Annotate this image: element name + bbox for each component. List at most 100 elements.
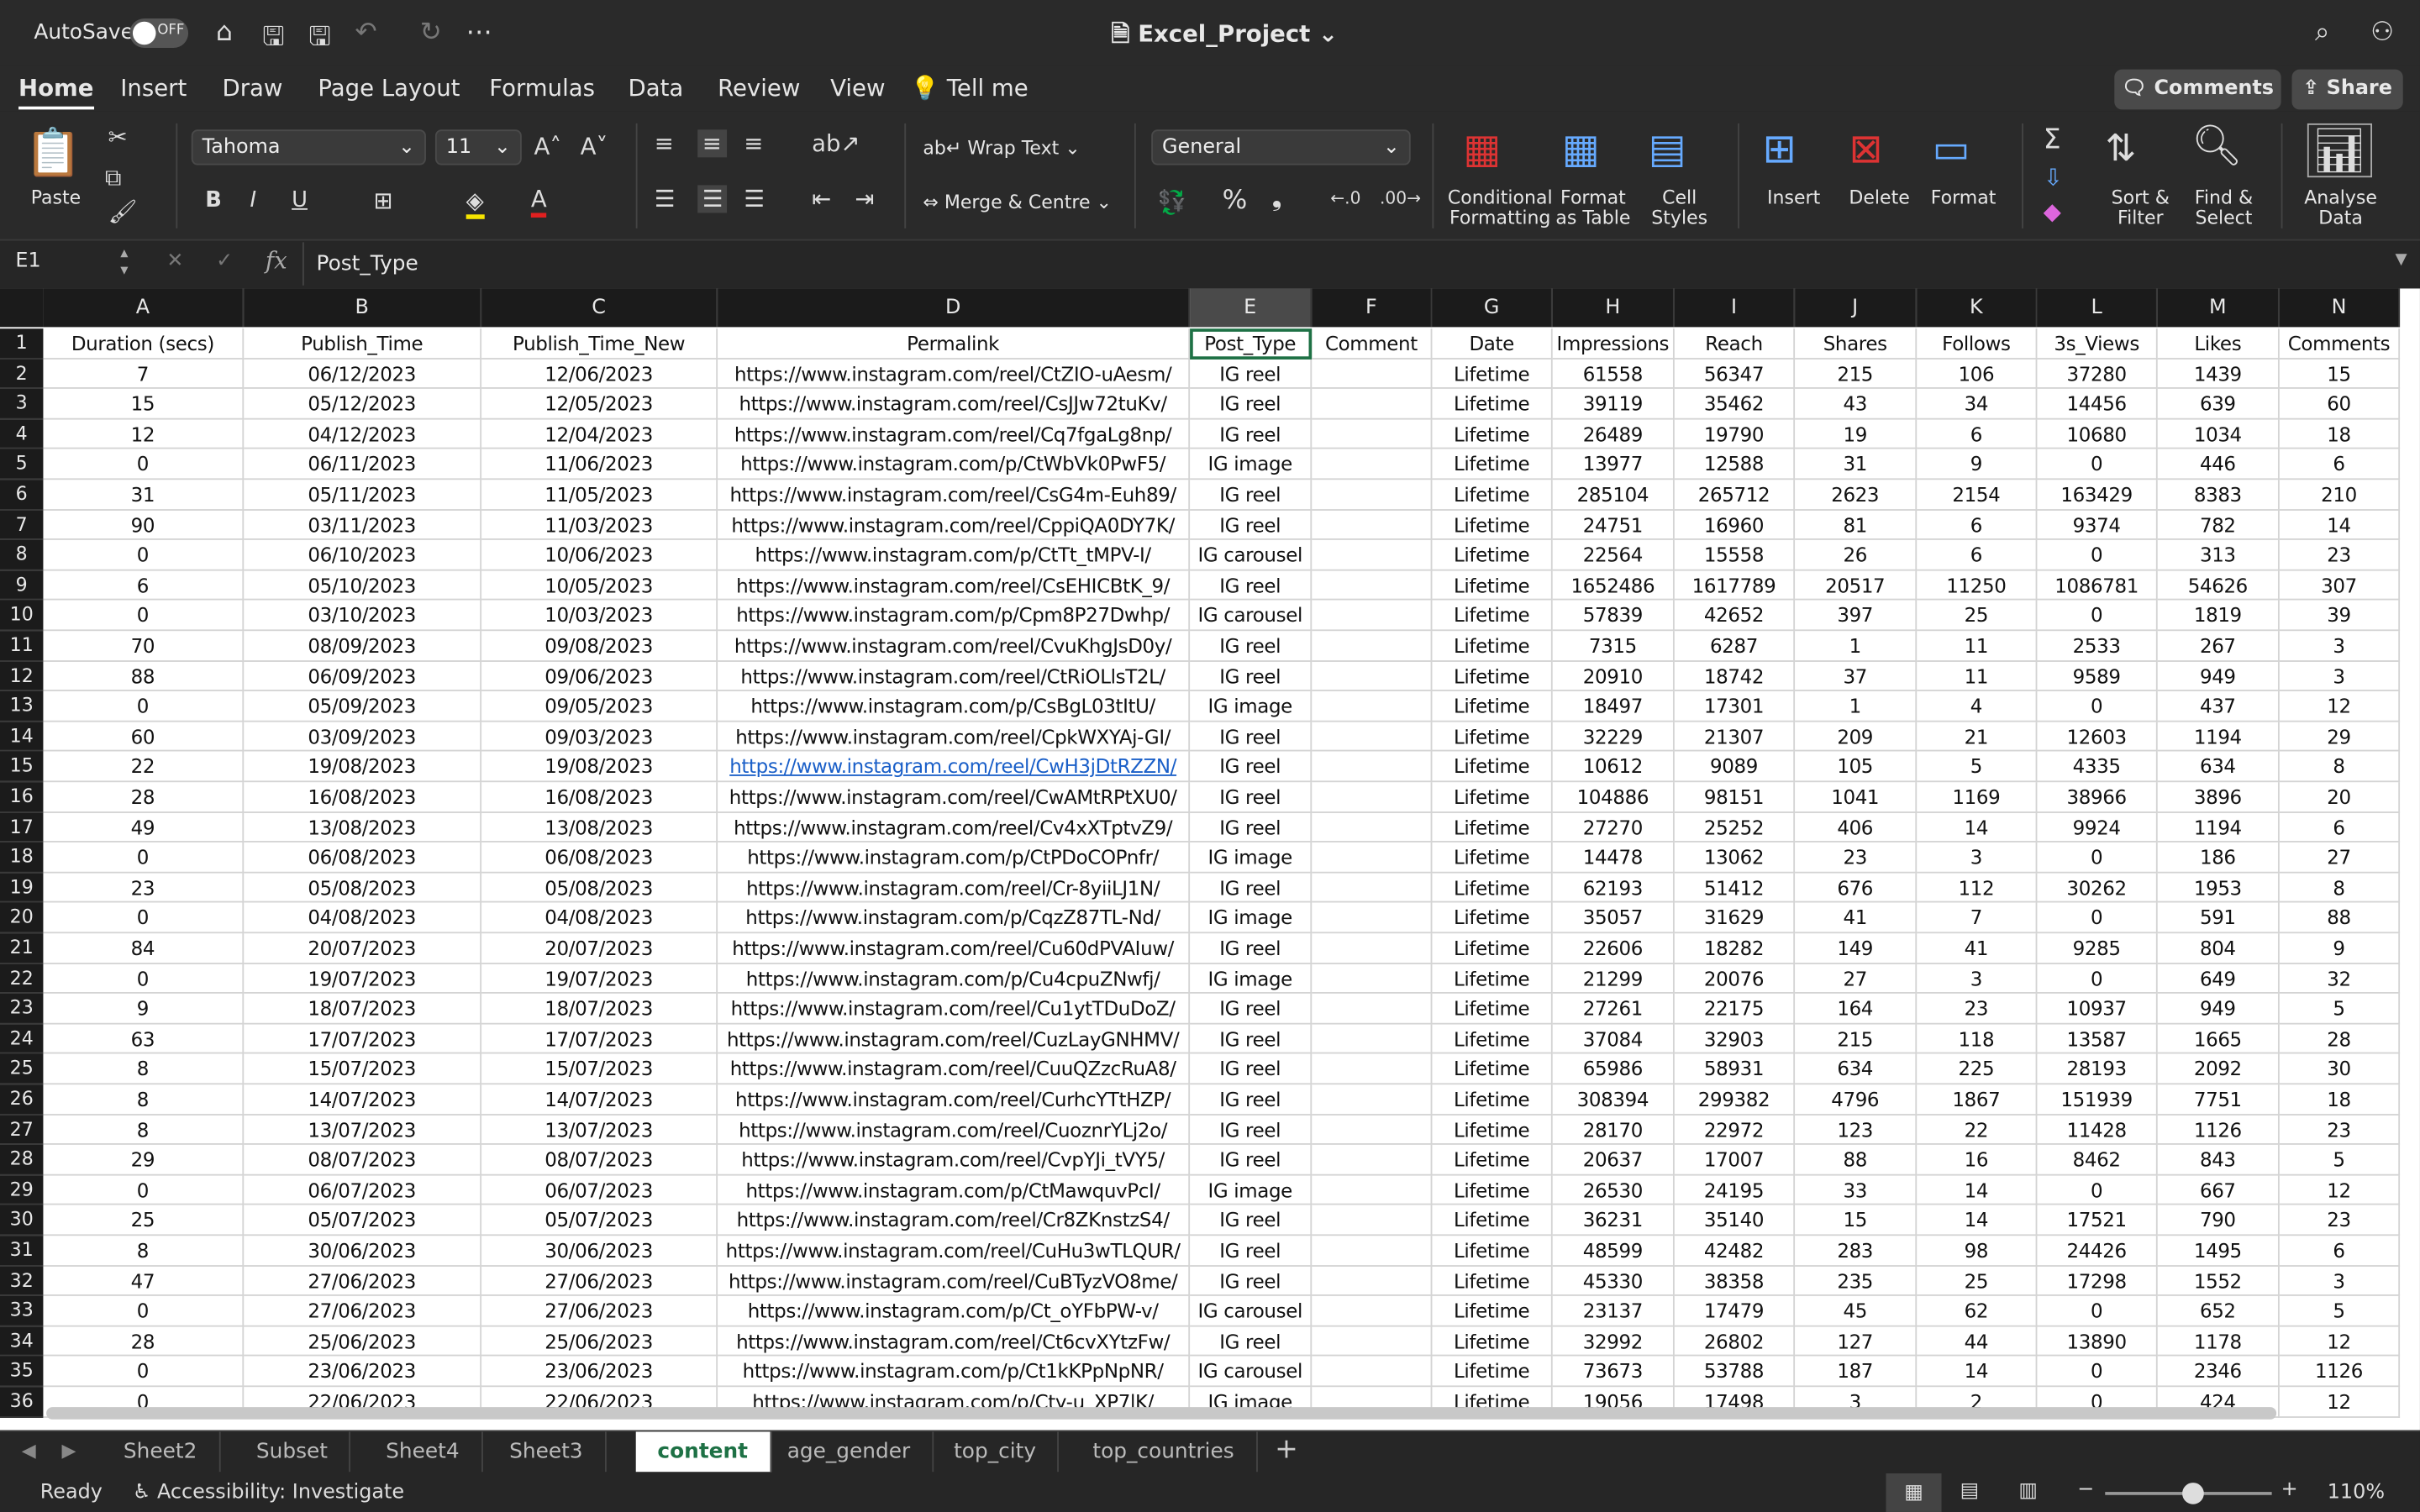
table-cell[interactable]: Lifetime — [1432, 722, 1553, 753]
table-cell[interactable]: 32992 — [1552, 1326, 1675, 1357]
permalink-cell[interactable]: https://www.instagram.com/reel/Cu1ytTDuD… — [718, 994, 1191, 1025]
table-cell[interactable]: 05/12/2023 — [244, 389, 482, 420]
table-cell[interactable]: 4335 — [2037, 752, 2158, 783]
permalink-cell[interactable]: https://www.instagram.com/reel/CtRiOLlsT… — [718, 661, 1191, 692]
table-cell[interactable]: 6 — [1917, 419, 2038, 450]
table-cell[interactable]: 634 — [2157, 752, 2280, 783]
table-cell[interactable] — [1312, 1024, 1433, 1055]
orientation-icon[interactable]: ab↗ — [812, 129, 860, 157]
redo-icon[interactable]: ↻ — [420, 17, 442, 48]
table-cell[interactable]: 18497 — [1552, 691, 1675, 722]
table-cell[interactable]: 2623 — [1795, 480, 1918, 511]
table-cell[interactable]: 14 — [1917, 1205, 2038, 1236]
table-cell[interactable]: IG reel — [1190, 933, 1313, 964]
table-cell[interactable]: 0 — [2037, 963, 2158, 995]
table-cell[interactable]: 12/06/2023 — [481, 359, 718, 390]
table-cell[interactable]: Lifetime — [1432, 933, 1553, 964]
decrease-decimal-icon[interactable]: .00→ — [1380, 188, 1421, 208]
column-header-H[interactable]: H — [1552, 288, 1675, 328]
row-header[interactable]: 8 — [0, 540, 44, 571]
table-cell[interactable]: 28 — [43, 1326, 245, 1357]
table-cell[interactable]: 06/11/2023 — [244, 449, 482, 480]
table-cell[interactable]: 16/08/2023 — [244, 782, 482, 813]
tab-formulas[interactable]: Formulas — [489, 74, 595, 102]
table-cell[interactable]: 14 — [2279, 510, 2401, 541]
table-cell[interactable]: 11 — [1917, 661, 2038, 692]
table-cell[interactable]: 15 — [2279, 359, 2401, 390]
table-cell[interactable] — [1312, 752, 1433, 783]
table-cell[interactable]: 22175 — [1674, 994, 1796, 1025]
table-cell[interactable]: 10612 — [1552, 752, 1675, 783]
table-cell[interactable]: 47 — [43, 1266, 245, 1297]
increase-font-icon[interactable]: A˄ — [534, 133, 561, 160]
table-cell[interactable]: IG reel — [1190, 1236, 1313, 1267]
format-painter-icon[interactable]: 🖌 — [108, 197, 138, 225]
row-header[interactable]: 21 — [0, 933, 44, 964]
save-as-icon[interactable]: 🖫 — [308, 17, 331, 61]
table-cell[interactable]: 28 — [43, 782, 245, 813]
column-header-F[interactable]: F — [1312, 288, 1433, 328]
column-title-cell[interactable]: Publish_Time_New — [481, 328, 718, 360]
table-cell[interactable] — [1312, 480, 1433, 511]
permalink-cell[interactable]: https://www.instagram.com/p/Ct1kKPpNpNR/ — [718, 1357, 1191, 1388]
table-cell[interactable]: 73673 — [1552, 1357, 1675, 1388]
document-title[interactable]: 🗎 Excel_Project ⌄ — [1111, 18, 1338, 57]
table-cell[interactable]: 1867 — [1917, 1084, 2038, 1116]
table-cell[interactable] — [1312, 661, 1433, 692]
row-header[interactable]: 13 — [0, 691, 44, 722]
table-cell[interactable]: 05/07/2023 — [481, 1205, 718, 1236]
table-cell[interactable]: 1194 — [2157, 812, 2280, 843]
table-cell[interactable]: IG reel — [1190, 782, 1313, 813]
table-cell[interactable]: 62193 — [1552, 873, 1675, 904]
table-cell[interactable]: 37084 — [1552, 1024, 1675, 1055]
table-cell[interactable]: 05/08/2023 — [481, 873, 718, 904]
font-family-select[interactable]: Tahoma ⌄ — [191, 129, 426, 165]
row-header[interactable]: 10 — [0, 601, 44, 632]
table-cell[interactable]: 0 — [2037, 903, 2158, 934]
column-header-E[interactable]: E — [1190, 288, 1313, 328]
permalink-cell[interactable]: https://www.instagram.com/reel/CurhcYTtH… — [718, 1084, 1191, 1116]
table-cell[interactable]: 23 — [2279, 540, 2401, 571]
column-title-cell[interactable]: Comments — [2279, 328, 2401, 360]
table-cell[interactable]: Lifetime — [1432, 1236, 1553, 1267]
permalink-cell[interactable]: https://www.instagram.com/reel/CpkWXYAj-… — [718, 722, 1191, 753]
table-cell[interactable]: 12 — [43, 419, 245, 450]
table-cell[interactable]: 27 — [1795, 963, 1918, 995]
table-cell[interactable]: 22564 — [1552, 540, 1675, 571]
table-cell[interactable]: 19790 — [1674, 419, 1796, 450]
table-cell[interactable]: 32 — [2279, 963, 2401, 995]
table-cell[interactable]: 9 — [2279, 933, 2401, 964]
table-cell[interactable]: 06/07/2023 — [244, 1175, 482, 1206]
table-cell[interactable]: 10680 — [2037, 419, 2158, 450]
table-cell[interactable]: 437 — [2157, 691, 2280, 722]
table-cell[interactable]: 15/07/2023 — [244, 1054, 482, 1085]
table-cell[interactable]: 30/06/2023 — [481, 1236, 718, 1267]
permalink-cell[interactable]: https://www.instagram.com/p/Cpm8P27Dwhp/ — [718, 601, 1191, 632]
table-cell[interactable]: Lifetime — [1432, 661, 1553, 692]
table-cell[interactable]: Lifetime — [1432, 1175, 1553, 1206]
column-header-M[interactable]: M — [2157, 288, 2280, 328]
permalink-cell[interactable]: https://www.instagram.com/reel/CvuKhgJsD… — [718, 631, 1191, 662]
table-cell[interactable]: 09/05/2023 — [481, 691, 718, 722]
table-cell[interactable]: 25 — [1917, 601, 2038, 632]
table-cell[interactable]: 105 — [1795, 752, 1918, 783]
table-cell[interactable]: 88 — [2279, 903, 2401, 934]
row-header[interactable]: 17 — [0, 812, 44, 843]
table-cell[interactable] — [1312, 540, 1433, 571]
row-header[interactable]: 35 — [0, 1357, 44, 1388]
table-cell[interactable]: 17/07/2023 — [481, 1024, 718, 1055]
table-cell[interactable]: 54626 — [2157, 570, 2280, 601]
table-cell[interactable]: Lifetime — [1432, 994, 1553, 1025]
table-cell[interactable]: 70 — [43, 631, 245, 662]
table-cell[interactable]: 634 — [1795, 1054, 1918, 1085]
format-cells-icon[interactable]: ▭ — [1933, 127, 1970, 173]
table-cell[interactable]: 63 — [43, 1024, 245, 1055]
table-cell[interactable]: 5 — [1917, 752, 2038, 783]
table-cell[interactable]: Lifetime — [1432, 1024, 1553, 1055]
table-cell[interactable] — [1312, 1205, 1433, 1236]
table-cell[interactable]: 32903 — [1674, 1024, 1796, 1055]
table-cell[interactable] — [1312, 1175, 1433, 1206]
table-cell[interactable]: 1495 — [2157, 1236, 2280, 1267]
table-cell[interactable]: IG reel — [1190, 1024, 1313, 1055]
table-cell[interactable]: 446 — [2157, 449, 2280, 480]
